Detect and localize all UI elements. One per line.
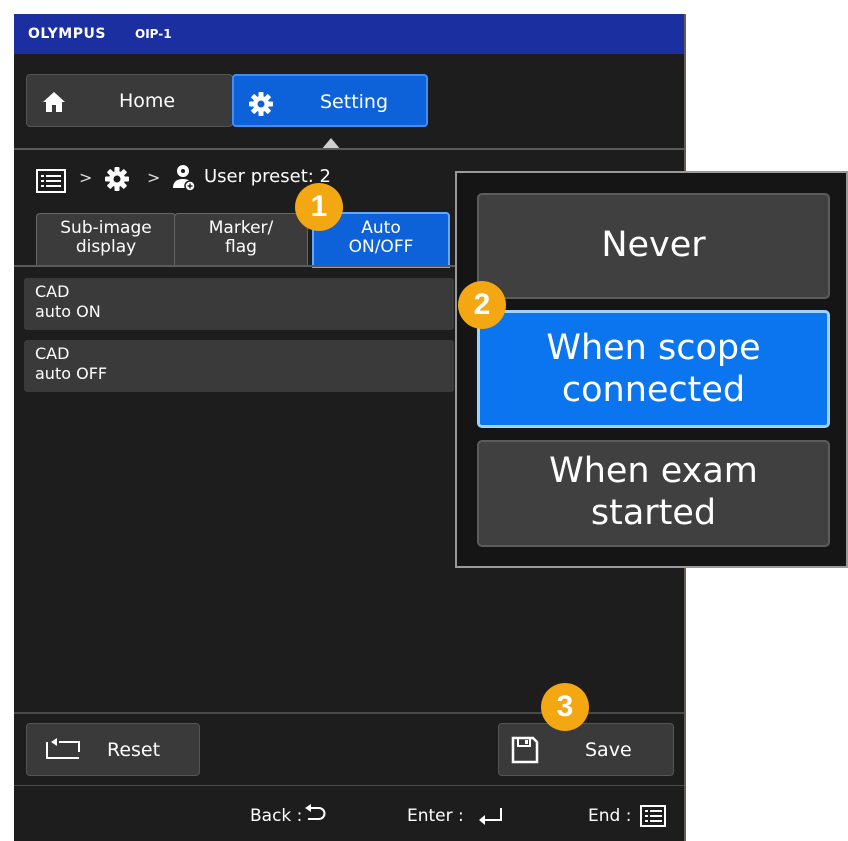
setting-row-label-line2: auto OFF	[35, 364, 108, 383]
title-bar: OLYMPUS OIP-1	[14, 14, 684, 54]
option-label-line2: started	[590, 493, 717, 533]
status-back-label: Back :	[250, 806, 303, 826]
setting-row-cad-auto-on[interactable]: CAD auto ON	[24, 278, 454, 330]
tab-label-line2: flag	[225, 237, 257, 257]
tab-label-line1: Marker/	[208, 218, 274, 238]
callout-badge-2: 2	[458, 281, 506, 329]
save-button-label: Save	[585, 739, 632, 761]
enter-key-icon	[479, 808, 502, 825]
tab-sub-image-display[interactable]: Sub-image display	[36, 213, 176, 265]
option-when-scope-connected[interactable]: When scope connected	[477, 310, 830, 428]
reset-icon	[46, 738, 80, 759]
back-arrow-icon	[305, 804, 326, 820]
floppy-disk-icon	[511, 736, 539, 764]
reset-button-label: Reset	[107, 739, 161, 761]
setting-row-cad-auto-off[interactable]: CAD auto OFF	[24, 340, 454, 392]
option-label-line1: When scope	[546, 328, 761, 368]
breadcrumb-separator: >	[79, 168, 93, 187]
tab-label-line2: ON/OFF	[348, 237, 414, 257]
tab-label-line1: Sub-image	[60, 218, 152, 238]
option-when-exam-started[interactable]: When exam started	[477, 440, 830, 547]
option-never[interactable]: Never	[477, 193, 830, 299]
option-label-line2: connected	[561, 370, 746, 410]
setting-button-label: Setting	[320, 91, 389, 113]
option-label-line1: When exam	[549, 451, 758, 491]
breadcrumb-gear-icon	[105, 167, 129, 191]
callout-badge-1: 1	[295, 183, 343, 231]
home-button-label: Home	[119, 90, 176, 112]
menu-list-icon	[640, 805, 666, 827]
save-button[interactable]: Save	[498, 723, 674, 776]
status-divider	[14, 785, 684, 786]
setting-row-label-line1: CAD	[35, 282, 70, 301]
setting-button[interactable]: Setting	[232, 74, 428, 127]
setting-row-label-line1: CAD	[35, 344, 70, 363]
header-divider	[14, 148, 684, 150]
status-end-label: End :	[588, 806, 632, 826]
user-preset-icon	[173, 165, 196, 192]
menu-list-icon	[36, 169, 66, 193]
breadcrumb-separator: >	[147, 168, 161, 187]
home-icon	[43, 92, 65, 112]
model-name: OIP-1	[135, 27, 172, 41]
status-enter-label: Enter :	[407, 806, 464, 826]
setting-row-label-line2: auto ON	[35, 302, 101, 321]
callout-badge-3: 3	[541, 683, 589, 731]
auto-on-options-popup: Never When scope connected When exam sta…	[455, 171, 848, 568]
option-label: Never	[601, 225, 706, 265]
gear-icon	[249, 92, 273, 116]
home-button[interactable]: Home	[26, 74, 233, 127]
reset-button[interactable]: Reset	[26, 723, 200, 776]
brand-logo: OLYMPUS	[28, 26, 106, 42]
tab-marker-flag[interactable]: Marker/ flag	[174, 213, 308, 265]
tab-label-line2: display	[75, 237, 137, 257]
